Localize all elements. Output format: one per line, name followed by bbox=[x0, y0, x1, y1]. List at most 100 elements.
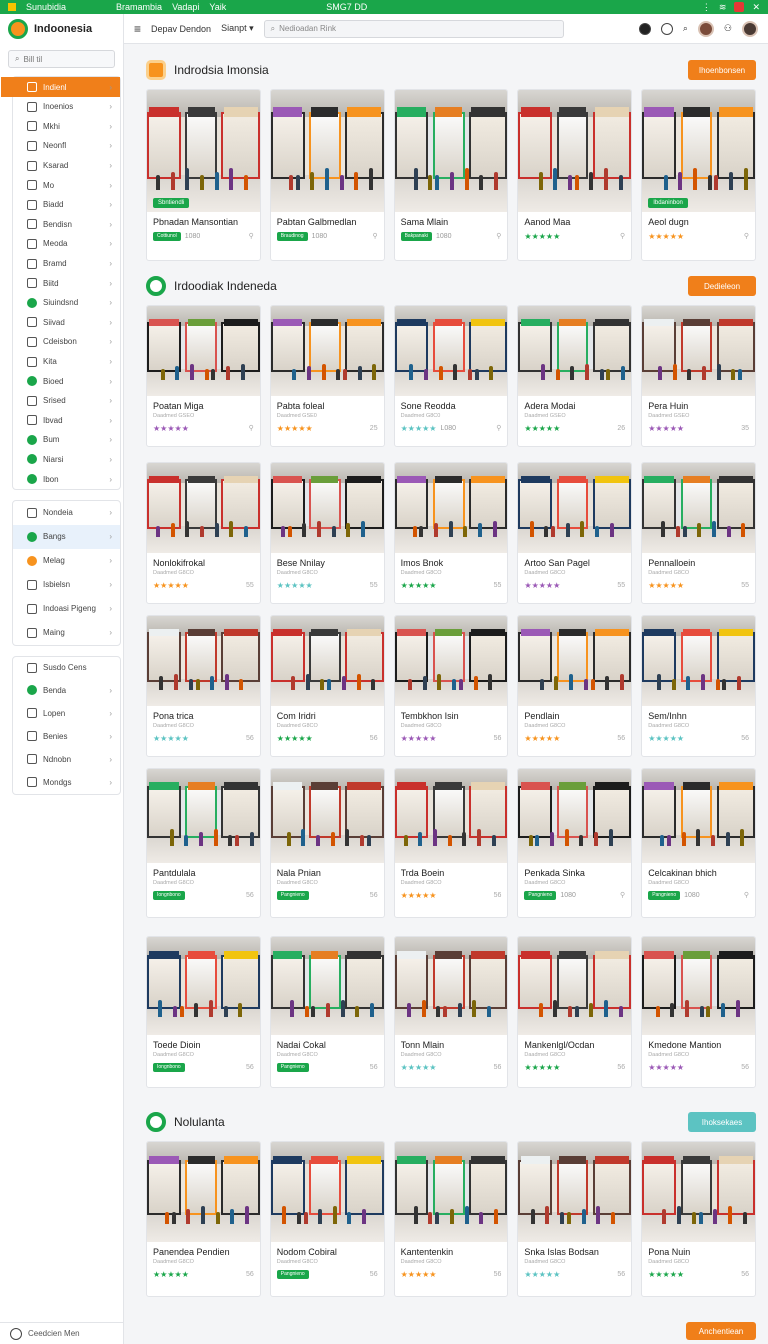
mall-name[interactable]: Sone Reodda bbox=[401, 401, 502, 411]
mall-card[interactable]: Pera Huin Daadmed GSEO ★★★★★ 35 bbox=[641, 305, 756, 447]
mall-name[interactable]: Nonlokifrokal bbox=[153, 558, 254, 568]
sidebar-item[interactable]: Bum › bbox=[13, 430, 120, 450]
mall-card[interactable]: Sama Mlain Bakpanaki 1080 ⚲ bbox=[393, 89, 509, 261]
mall-photo[interactable] bbox=[270, 306, 384, 396]
mall-card[interactable]: Kmedone Mantion Daadmed G8CO ★★★★★ 56 bbox=[641, 936, 756, 1088]
mall-photo[interactable] bbox=[518, 463, 632, 553]
mall-card[interactable]: Mankenlgl/Ocdan Daadmed G8CO ★★★★★ 56 bbox=[517, 936, 633, 1088]
mall-name[interactable]: Pona Nuin bbox=[648, 1247, 749, 1257]
mall-card[interactable]: Imos Bnok Daadmed G8CO ★★★★★ 55 bbox=[393, 462, 509, 604]
mall-name[interactable]: Nala Pnian bbox=[277, 868, 378, 878]
mall-card[interactable]: Aanod Maa ★★★★★ ⚲ bbox=[517, 89, 633, 261]
mall-name[interactable]: Adera Modai bbox=[524, 401, 625, 411]
sidebar-item[interactable]: Siuindsnd › bbox=[13, 293, 120, 313]
sidebar-item[interactable]: Mondgs › bbox=[13, 771, 120, 794]
mall-photo[interactable] bbox=[642, 616, 755, 706]
mall-name[interactable]: Nadai Cokal bbox=[277, 1040, 378, 1050]
mall-name[interactable]: Com Iridri bbox=[277, 711, 378, 721]
sidebar-item[interactable]: Srised › bbox=[13, 391, 120, 411]
mall-card[interactable]: Pbnadan Mansontian Cottiunol 1080 ⚲ Sbntiend… bbox=[146, 89, 261, 261]
mall-card[interactable]: Pendlain Daadmed G8CO ★★★★★ 56 bbox=[517, 615, 633, 757]
mall-name[interactable]: Pera Huin bbox=[648, 401, 749, 411]
mall-card[interactable]: Aeol dugn ★★★★★ ⚲ Ibdaninbon bbox=[641, 89, 756, 261]
sidebar-item[interactable]: Bramd › bbox=[13, 254, 120, 274]
topbar-search-input[interactable]: ⌕ Nedioadan Rink bbox=[263, 19, 564, 38]
sidebar-item[interactable]: Ndnobn › bbox=[13, 748, 120, 771]
avatar[interactable] bbox=[742, 20, 758, 37]
hamburger-icon[interactable]: ≡ bbox=[134, 22, 141, 36]
mall-photo[interactable] bbox=[394, 463, 508, 553]
mall-photo[interactable] bbox=[147, 769, 260, 863]
mall-name[interactable]: Aanod Maa bbox=[524, 217, 625, 227]
mall-photo[interactable] bbox=[642, 90, 755, 212]
mall-photo[interactable] bbox=[642, 306, 755, 396]
settings-icon[interactable] bbox=[660, 22, 673, 35]
mall-card[interactable]: Trda Boein Daadmed G8CO ★★★★★ 56 bbox=[393, 768, 509, 918]
mall-photo[interactable] bbox=[394, 769, 508, 863]
mall-card[interactable]: Pabta foleal Daadmed GSE0 ★★★★★ 25 bbox=[269, 305, 385, 447]
mall-card[interactable]: Pona trica Daadmed G8CO ★★★★★ 56 bbox=[146, 615, 261, 757]
mall-photo[interactable] bbox=[270, 769, 384, 863]
mall-card[interactable]: Kantentenkin Daadmed G8CO ★★★★★ 56 bbox=[393, 1141, 509, 1297]
mall-photo[interactable] bbox=[270, 1142, 384, 1242]
topbar-dropdown[interactable]: Sianpt ▾ bbox=[221, 23, 254, 34]
mall-photo[interactable] bbox=[642, 463, 755, 553]
mall-card[interactable]: Pantdulala Daadmed G8CO Iongnbono 56 bbox=[146, 768, 261, 918]
mall-photo[interactable] bbox=[147, 90, 260, 212]
mall-photo[interactable] bbox=[147, 937, 260, 1035]
sidebar-item[interactable]: Biadd › bbox=[13, 195, 120, 215]
mall-name[interactable]: Pennalloein bbox=[648, 558, 749, 568]
mall-name[interactable]: Pabtan Galbmedlan bbox=[277, 217, 378, 227]
mall-card[interactable]: Snka Islas Bodsan Daadmed G8CO ★★★★★ 56 bbox=[517, 1141, 633, 1297]
section-action-button[interactable]: Dedieleon bbox=[688, 276, 756, 296]
mall-name[interactable]: Sem/Inhn bbox=[648, 711, 749, 721]
mall-photo[interactable] bbox=[518, 1142, 632, 1242]
sidebar-footer[interactable]: Ceedcien Men bbox=[0, 1322, 124, 1344]
mall-photo[interactable] bbox=[147, 463, 260, 553]
mall-photo[interactable] bbox=[147, 616, 260, 706]
mall-card[interactable]: Panendea Pendien Daadmed G8CO ★★★★★ 56 bbox=[146, 1141, 261, 1297]
sidebar-item[interactable]: Inoenios › bbox=[13, 97, 120, 117]
mall-name[interactable]: Mankenlgl/Ocdan bbox=[524, 1040, 625, 1050]
mall-name[interactable]: Nodom Cobiral bbox=[277, 1247, 378, 1257]
sidebar-item[interactable]: Neonfl › bbox=[13, 136, 120, 156]
overlay-badge[interactable]: Sbntiendli bbox=[153, 198, 190, 208]
mall-name[interactable]: Sama Mlain bbox=[401, 217, 502, 227]
mall-name[interactable]: Toede Dioin bbox=[153, 1040, 254, 1050]
mall-name[interactable]: Bese Nnilay bbox=[277, 558, 378, 568]
mall-card[interactable]: Tembkhon Isin Daadmed G8CO ★★★★★ 56 bbox=[393, 615, 509, 757]
sidebar-item[interactable]: Benies › bbox=[13, 725, 120, 748]
sidebar-search[interactable]: ⌕ Bill til bbox=[8, 50, 115, 68]
mall-card[interactable]: Sem/Inhn Daadmed G8CO ★★★★★ 56 bbox=[641, 615, 756, 757]
mall-photo[interactable] bbox=[394, 1142, 508, 1242]
mall-card[interactable]: Com Iridri Daadmed G8CO ★★★★★ 56 bbox=[269, 615, 385, 757]
mall-photo[interactable] bbox=[642, 769, 755, 863]
mall-card[interactable]: Tonn Mlain Daadmed G8CO ★★★★★ 56 bbox=[393, 936, 509, 1088]
mall-name[interactable]: Tembkhon Isin bbox=[401, 711, 502, 721]
mall-name[interactable]: Celcakinan bhich bbox=[648, 868, 749, 878]
sidebar-item[interactable]: Indienl › bbox=[1, 77, 120, 97]
mall-photo[interactable] bbox=[642, 1142, 755, 1242]
mall-name[interactable]: Pona trica bbox=[153, 711, 254, 721]
sidebar-item[interactable]: Niarsi › bbox=[13, 450, 120, 470]
mall-photo[interactable] bbox=[270, 90, 384, 212]
mall-photo[interactable] bbox=[518, 769, 632, 863]
sidebar-item[interactable]: Mkhi › bbox=[13, 117, 120, 137]
sidebar-item[interactable]: Melag › bbox=[13, 549, 120, 573]
mall-name[interactable]: Tonn Mlain bbox=[401, 1040, 502, 1050]
mall-card[interactable]: Penkada Sinka Daadmed G8CO Pangnieno 1080 ⚲ bbox=[517, 768, 633, 918]
mall-card[interactable]: Nadai Cokal Daadmed G8CO Pangnieno 56 bbox=[269, 936, 385, 1088]
mall-name[interactable]: Pantdulala bbox=[153, 868, 254, 878]
section-action-button[interactable]: Ihoenbonsen bbox=[688, 60, 756, 80]
mall-card[interactable]: Sone Reodda Daadmed G8C0 ★★★★★ L080 ⚲ bbox=[393, 305, 509, 447]
record-icon[interactable] bbox=[734, 2, 745, 12]
mall-photo[interactable] bbox=[394, 90, 508, 212]
footer-action-button[interactable]: Anchentiean bbox=[686, 1322, 756, 1340]
mall-photo[interactable] bbox=[642, 937, 755, 1035]
sidebar-item[interactable]: Lopen › bbox=[13, 702, 120, 725]
close-icon[interactable]: ✕ bbox=[752, 2, 760, 13]
sidebar-item[interactable]: Benda › bbox=[13, 679, 120, 702]
mall-name[interactable]: Penkada Sinka bbox=[524, 868, 625, 878]
mall-card[interactable]: Bese Nnilay Daadmed G8CO ★★★★★ 55 bbox=[269, 462, 385, 604]
sidebar-item[interactable]: Biitd › bbox=[13, 273, 120, 293]
